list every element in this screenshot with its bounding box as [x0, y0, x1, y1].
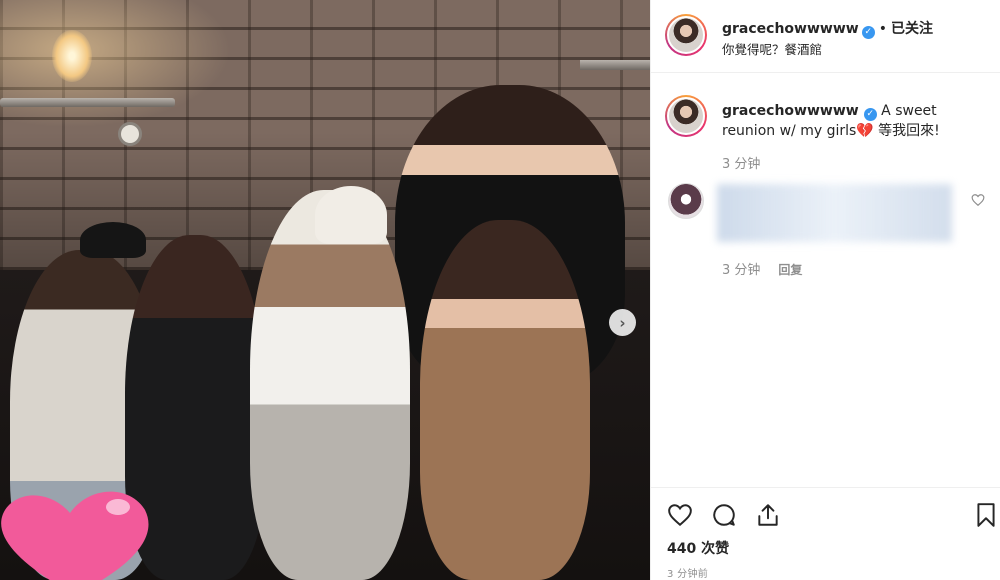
post-photo[interactable]: › — [0, 0, 650, 580]
speech-bubble-icon[interactable] — [711, 502, 737, 528]
separator-dot: • — [878, 21, 887, 37]
caption-timestamp[interactable]: 3 分钟 — [722, 153, 760, 172]
wall-pipe-right — [580, 60, 650, 70]
author-avatar[interactable] — [665, 14, 707, 56]
post-actions: 440 次赞 3 分钟前 — [651, 487, 1000, 580]
post-header: gracechowwwww ✓ • 已关注 你覺得呢？餐酒館 — [651, 0, 1000, 73]
heart-sticker-icon — [1, 491, 149, 580]
white-beanie — [315, 186, 387, 244]
post-side-panel: gracechowwwww ✓ • 已关注 你覺得呢？餐酒館 gracechowwww… — [650, 0, 1000, 580]
person-white-beanie — [250, 190, 410, 580]
carousel-next-button[interactable]: › — [609, 309, 636, 336]
like-count[interactable]: 440 次赞 — [667, 538, 729, 558]
caption-text: gracechowwwww ✓ A sweet reunion w/ my gir… — [722, 101, 987, 141]
blurred-comment-text — [717, 184, 952, 242]
verified-badge-icon: ✓ — [863, 108, 877, 121]
black-cap — [80, 222, 146, 258]
comment-timestamp[interactable]: 3 分钟 — [722, 263, 760, 278]
caption-username[interactable]: gracechowwwww — [722, 103, 859, 119]
person-brown-outfit — [420, 220, 590, 580]
following-button[interactable]: 已关注 — [891, 21, 933, 37]
broken-heart-emoji-icon: 💔 — [856, 123, 874, 139]
verified-badge-icon: ✓ — [861, 26, 875, 39]
caption-body-end: 等我回來! — [873, 123, 940, 139]
comment-item: 3 分钟 回复 — [651, 180, 1000, 280]
wall-lamp — [52, 30, 92, 82]
share-upload-icon[interactable] — [755, 502, 781, 528]
post-location[interactable]: 你覺得呢？餐酒館 — [722, 39, 822, 58]
comment-like-heart-icon[interactable] — [971, 193, 985, 207]
author-username[interactable]: gracechowwwww — [722, 21, 859, 37]
wall-pipe-left — [0, 98, 175, 107]
bookmark-icon[interactable] — [973, 502, 999, 528]
comment-meta: 3 分钟 回复 — [722, 259, 802, 278]
commenter-avatar[interactable] — [668, 183, 704, 219]
reply-button[interactable]: 回复 — [778, 263, 802, 277]
caption-avatar[interactable] — [665, 95, 707, 137]
pressure-gauge — [118, 122, 142, 146]
header-user-line: gracechowwwww ✓ • 已关注 — [722, 18, 933, 39]
heart-outline-icon[interactable] — [667, 502, 693, 528]
post-timestamp[interactable]: 3 分钟前 — [667, 565, 708, 580]
